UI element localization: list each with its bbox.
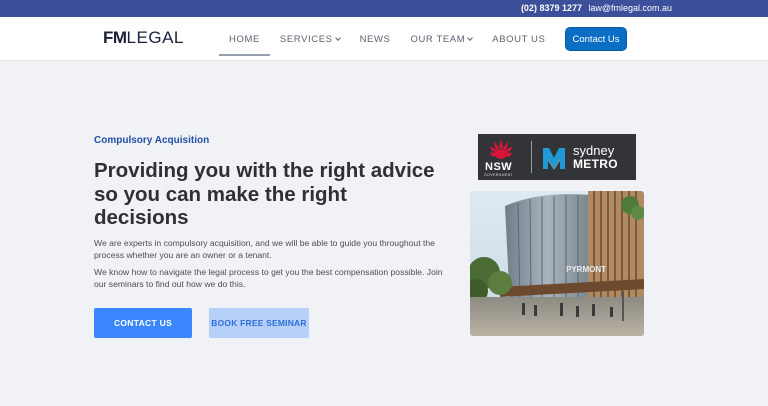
site-logo[interactable]: FM LEGAL (103, 28, 184, 50)
top-contact-bar: (02) 8379 1277 law@fmlegal.com.au (0, 0, 768, 17)
nav-item-news[interactable]: NEWS (350, 17, 401, 61)
pyrmont-station-photo: PYRMONT (470, 191, 644, 336)
chevron-down-icon (334, 34, 341, 41)
main-navigation: FM LEGAL HOME SERVICES NEWS OUR TEAM ABO… (0, 17, 768, 61)
email-link[interactable]: law@fmlegal.com.au (588, 3, 672, 13)
metro-wordmark: METRO (573, 157, 618, 171)
hero-contact-us-button[interactable]: CONTACT US (94, 308, 192, 338)
sydney-wordmark: sydney (573, 143, 615, 158)
logo-legal: LEGAL (126, 28, 184, 47)
nav-item-about-us[interactable]: ABOUT US (482, 17, 555, 61)
logo-divider (531, 141, 532, 173)
pyrmont-sign: PYRMONT (566, 265, 606, 274)
metro-m-icon (543, 148, 565, 170)
government-label: GOVERNMENT (484, 173, 514, 177)
contact-us-button[interactable]: Contact Us (565, 27, 627, 51)
chevron-down-icon (467, 34, 474, 41)
nav-item-label: SERVICES (279, 33, 333, 45)
hero-paragraph-2: We know how to navigate the legal proces… (94, 267, 443, 290)
nav-item-label: NEWS (359, 33, 391, 45)
partner-logos-banner: NSW GOVERNMENT sydney METRO (478, 134, 636, 180)
nav-item-services[interactable]: SERVICES (270, 17, 350, 61)
nav-item-our-team[interactable]: OUR TEAM (400, 17, 482, 61)
nav-item-home[interactable]: HOME (219, 17, 270, 61)
nav-menu: HOME SERVICES NEWS OUR TEAM ABOUT US (219, 17, 555, 61)
hero-eyebrow: Compulsory Acquisition (94, 135, 210, 146)
waratah-icon (489, 139, 513, 159)
logo-fm: FM (103, 28, 127, 47)
nav-item-label: OUR TEAM (410, 33, 466, 45)
book-free-seminar-button[interactable]: BOOK FREE SEMINAR (209, 308, 309, 338)
nsw-wordmark: NSW (485, 161, 513, 173)
phone-link[interactable]: (02) 8379 1277 (521, 3, 582, 13)
nav-item-label: HOME (229, 33, 260, 45)
hero-paragraph-1: We are experts in compulsory acquisition… (94, 238, 435, 261)
nav-item-label: ABOUT US (492, 33, 546, 45)
hero-headline: Providing you with the right advice so y… (94, 159, 435, 229)
